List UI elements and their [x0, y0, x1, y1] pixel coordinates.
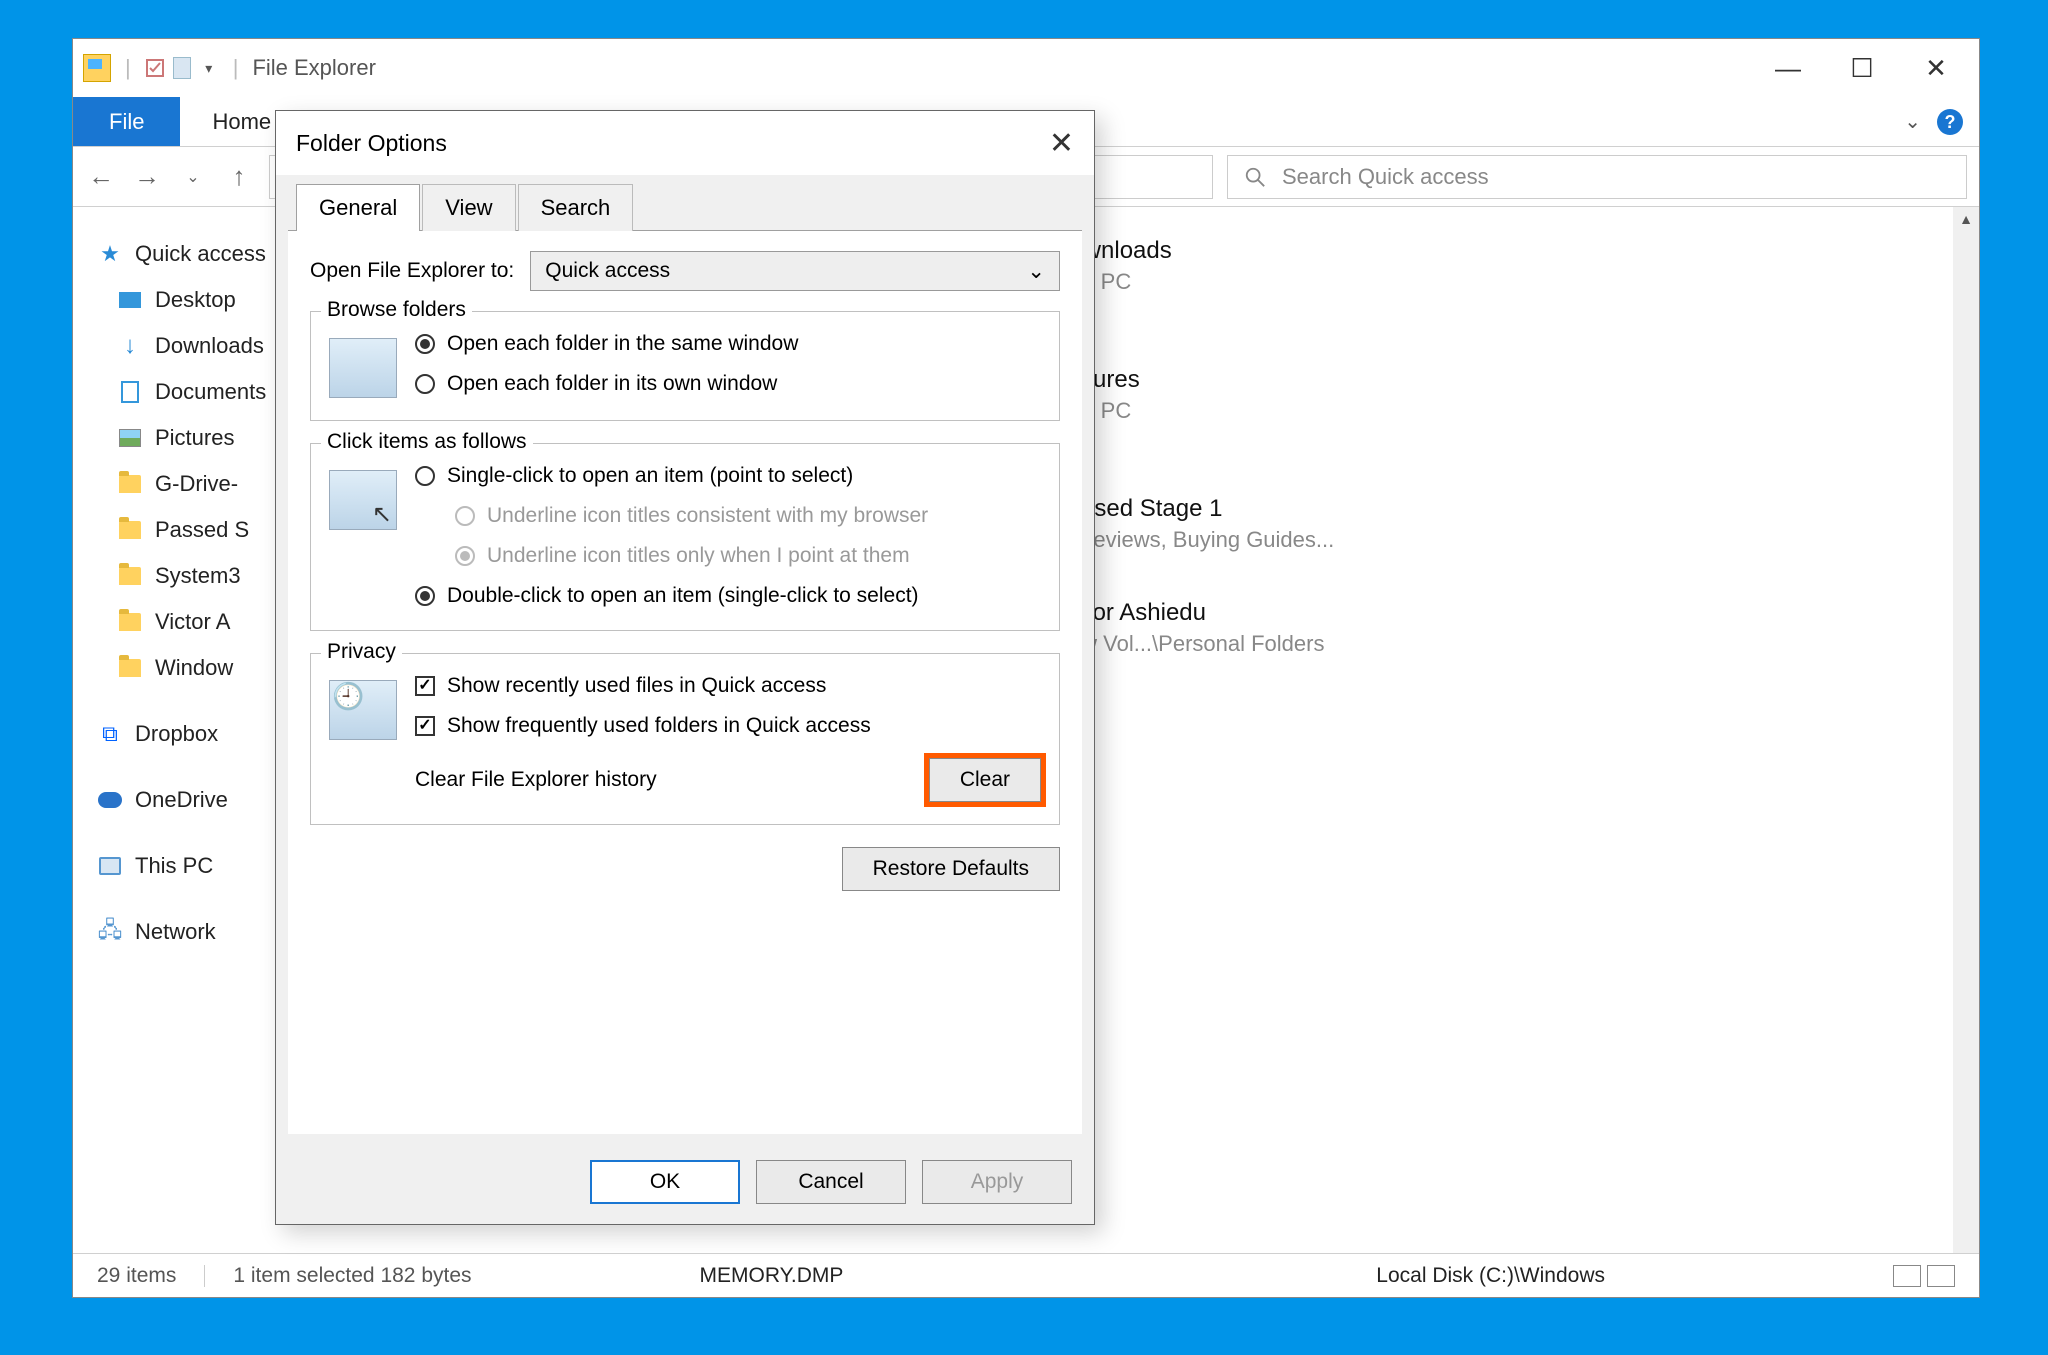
- restore-defaults-button[interactable]: Restore Defaults: [842, 847, 1060, 891]
- folder-options-dialog: Folder Options ✕ General View Search Ope…: [275, 110, 1095, 1225]
- window-title: File Explorer: [252, 55, 375, 81]
- dialog-title: Folder Options: [296, 130, 447, 157]
- cancel-button[interactable]: Cancel: [756, 1160, 906, 1204]
- tab-view[interactable]: View: [422, 184, 515, 231]
- open-explorer-dropdown[interactable]: Quick access ⌄: [530, 251, 1060, 291]
- nav-back-button[interactable]: ←: [85, 161, 117, 193]
- ok-button[interactable]: OK: [590, 1160, 740, 1204]
- dialog-titlebar: Folder Options ✕: [276, 111, 1094, 175]
- search-placeholder: Search Quick access: [1282, 164, 1489, 190]
- privacy-icon: [329, 680, 397, 740]
- scroll-up-icon[interactable]: ▲: [1959, 207, 1973, 231]
- checkbox-icon: [415, 676, 435, 696]
- folder-icon: [119, 613, 141, 631]
- document-icon: [121, 381, 139, 403]
- view-details-button[interactable]: [1893, 1265, 1921, 1287]
- folder-icon: [119, 475, 141, 493]
- search-icon: [1244, 166, 1266, 188]
- clear-button[interactable]: Clear: [929, 758, 1041, 802]
- scrollbar[interactable]: ▲: [1953, 207, 1979, 1253]
- star-icon: ★: [97, 241, 123, 267]
- qat-save-icon[interactable]: [145, 58, 165, 78]
- status-bar: 29 items 1 item selected 182 bytes MEMOR…: [73, 1253, 1979, 1297]
- checkbox-icon: [415, 716, 435, 736]
- folder-icon: [119, 567, 141, 585]
- close-button[interactable]: ✕: [1921, 53, 1951, 84]
- cloud-icon: [98, 792, 122, 808]
- tab-search[interactable]: Search: [518, 184, 634, 231]
- minimize-button[interactable]: —: [1773, 53, 1803, 84]
- pin-icon: 📌: [1053, 428, 1979, 449]
- titlebar: | ▾ | File Explorer — ☐ ✕: [73, 39, 1979, 97]
- maximize-button[interactable]: ☐: [1847, 53, 1877, 84]
- list-item[interactable]: Passed Stage 1 ...\Reviews, Buying Guide…: [1053, 495, 1979, 553]
- qat-folder-icon[interactable]: [173, 57, 191, 79]
- radio-double-click[interactable]: Double-click to open an item (single-cli…: [415, 584, 928, 608]
- pc-icon: [99, 857, 121, 875]
- radio-single-click[interactable]: Single-click to open an item (point to s…: [415, 464, 928, 488]
- apply-button[interactable]: Apply: [922, 1160, 1072, 1204]
- qat-dropdown-icon[interactable]: ▾: [199, 58, 219, 78]
- help-icon[interactable]: ?: [1937, 109, 1963, 135]
- click-items-group: Click items as follows Single-click to o…: [310, 443, 1060, 631]
- radio-icon: [455, 506, 475, 526]
- tab-file[interactable]: File: [73, 97, 180, 146]
- dialog-button-row: OK Cancel Apply: [276, 1146, 1094, 1224]
- clear-history-label: Clear File Explorer history: [329, 768, 909, 792]
- browse-folders-icon: [329, 338, 397, 398]
- status-selection: 1 item selected 182 bytes: [233, 1264, 471, 1288]
- list-item[interactable]: Pictures This PC 📌: [1053, 366, 1979, 449]
- status-location: Local Disk (C:)\Windows: [1376, 1264, 1605, 1288]
- tab-general[interactable]: General: [296, 184, 420, 231]
- list-item[interactable]: Downloads This PC 📌: [1053, 237, 1979, 320]
- folder-icon: [119, 521, 141, 539]
- pin-icon: 📌: [1053, 299, 1979, 320]
- radio-icon: [415, 586, 435, 606]
- desktop-icon: [119, 292, 141, 308]
- view-icons-button[interactable]: [1927, 1265, 1955, 1287]
- ribbon-expand-icon[interactable]: ⌄: [1904, 109, 1921, 134]
- dropbox-icon: ⧉: [97, 721, 123, 747]
- radio-icon: [415, 466, 435, 486]
- pictures-icon: [119, 429, 141, 447]
- checkbox-frequent-folders[interactable]: Show frequently used folders in Quick ac…: [415, 714, 871, 738]
- search-box[interactable]: Search Quick access: [1227, 155, 1967, 199]
- radio-icon: [455, 546, 475, 566]
- click-items-icon: [329, 470, 397, 530]
- radio-icon: [415, 334, 435, 354]
- download-icon: ↓: [117, 333, 143, 359]
- open-explorer-label: Open File Explorer to:: [310, 259, 514, 283]
- privacy-group: Privacy Show recently used files in Quic…: [310, 653, 1060, 825]
- dialog-tabs: General View Search: [276, 175, 1094, 230]
- status-item-count: 29 items: [97, 1264, 176, 1288]
- nav-recent-dropdown[interactable]: ⌄: [177, 161, 209, 193]
- radio-underline-point: Underline icon titles only when I point …: [415, 544, 928, 568]
- network-icon: 🖧: [97, 919, 123, 945]
- browse-folders-group: Browse folders Open each folder in the s…: [310, 311, 1060, 421]
- dialog-close-button[interactable]: ✕: [1049, 126, 1074, 161]
- radio-same-window[interactable]: Open each folder in the same window: [415, 332, 798, 356]
- explorer-icon: [83, 54, 111, 82]
- radio-own-window[interactable]: Open each folder in its own window: [415, 372, 798, 396]
- checkbox-recent-files[interactable]: Show recently used files in Quick access: [415, 674, 871, 698]
- radio-underline-browser: Underline icon titles consistent with my…: [415, 504, 928, 528]
- status-filename: MEMORY.DMP: [700, 1264, 844, 1288]
- folder-icon: [119, 659, 141, 677]
- nav-up-button[interactable]: ↑: [223, 161, 255, 193]
- list-item[interactable]: Victor Ashiedu New Vol...\Personal Folde…: [1053, 599, 1979, 657]
- chevron-down-icon: ⌄: [1027, 259, 1045, 284]
- nav-forward-button[interactable]: →: [131, 161, 163, 193]
- radio-icon: [415, 374, 435, 394]
